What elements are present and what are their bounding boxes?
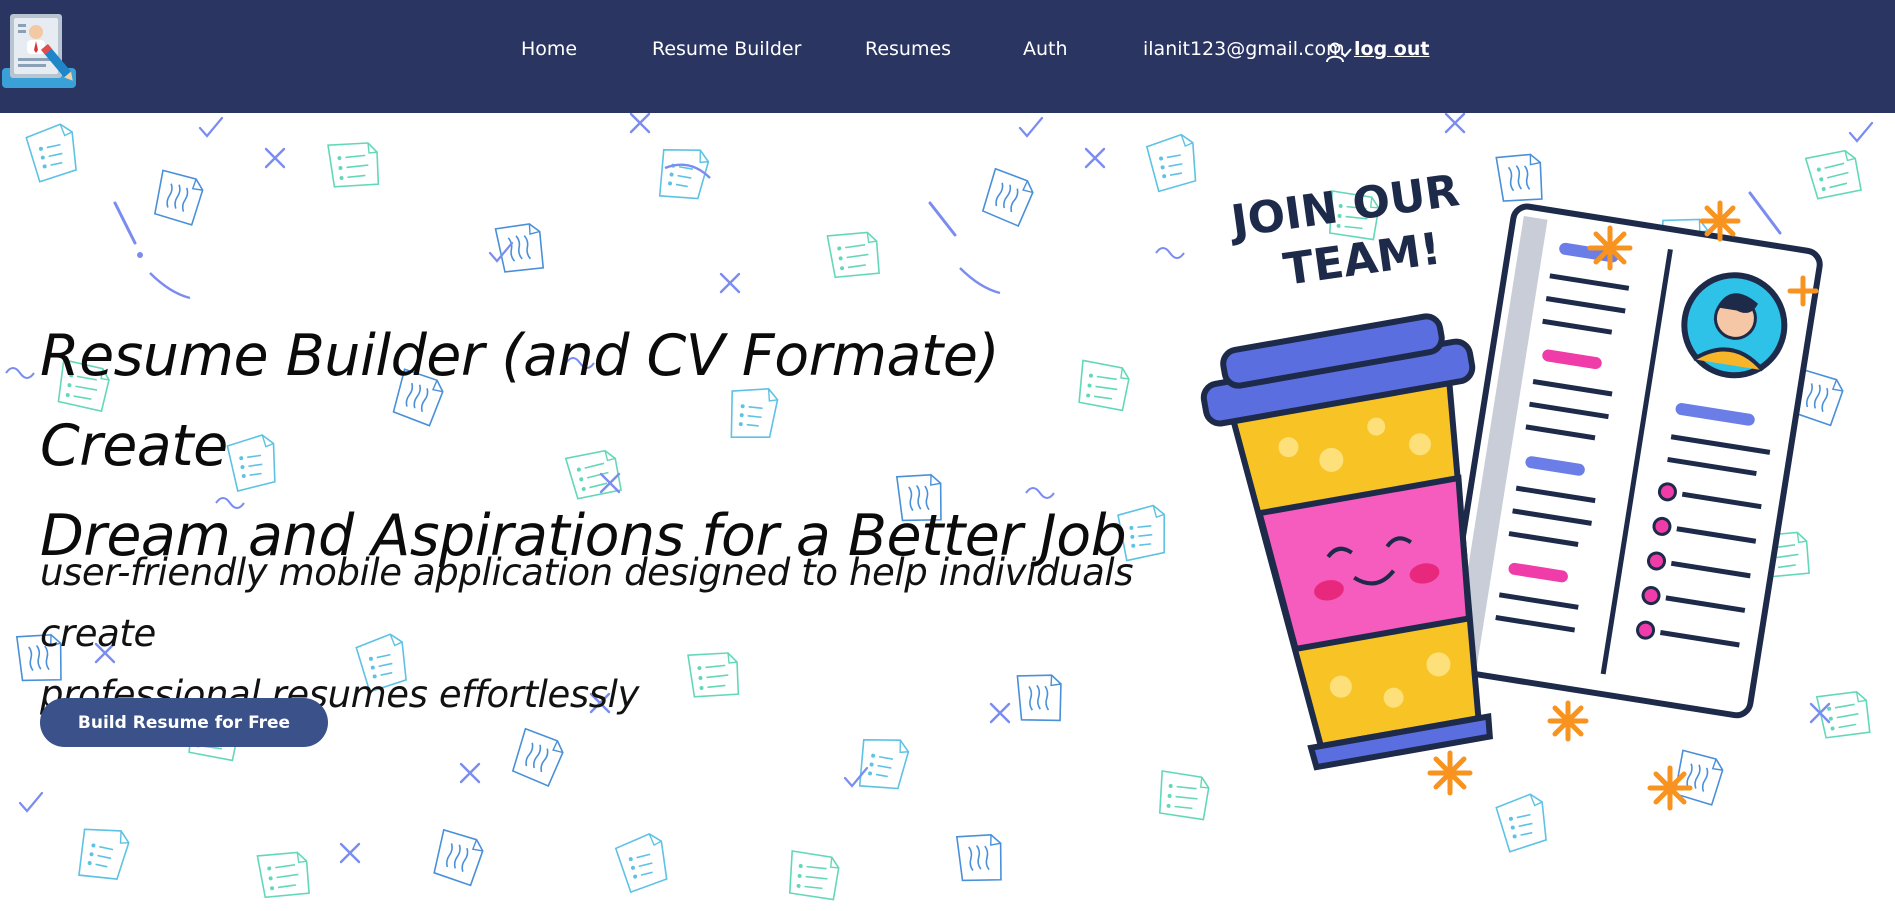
hero-title-line-1: Resume Builder (and CV Formate) Create: [40, 323, 1000, 479]
logout-link[interactable]: log out: [1354, 38, 1429, 60]
hero-title: Resume Builder (and CV Formate) Create Dr…: [40, 311, 1160, 581]
user-check-icon: [1326, 42, 1352, 63]
nav-resume-builder[interactable]: Resume Builder: [652, 38, 801, 60]
resume-logo-icon[interactable]: [0, 10, 80, 92]
nav-resumes[interactable]: Resumes: [865, 38, 951, 60]
hero-subtitle-line-1: user-friendly mobile application designe…: [40, 551, 1134, 655]
nav-auth[interactable]: Auth: [1023, 38, 1068, 60]
build-resume-button[interactable]: Build Resume for Free: [40, 698, 328, 747]
hero-section: Resume Builder (and CV Formate) Create Dr…: [0, 113, 1895, 911]
nav-home[interactable]: Home: [521, 38, 577, 60]
user-email: ilanit123@gmail.com: [1143, 38, 1345, 60]
join-our-team-illustration: JOIN OUR TEAM!: [1200, 165, 1823, 811]
navbar: Home Resume Builder Resumes Auth ilanit1…: [0, 0, 1895, 113]
